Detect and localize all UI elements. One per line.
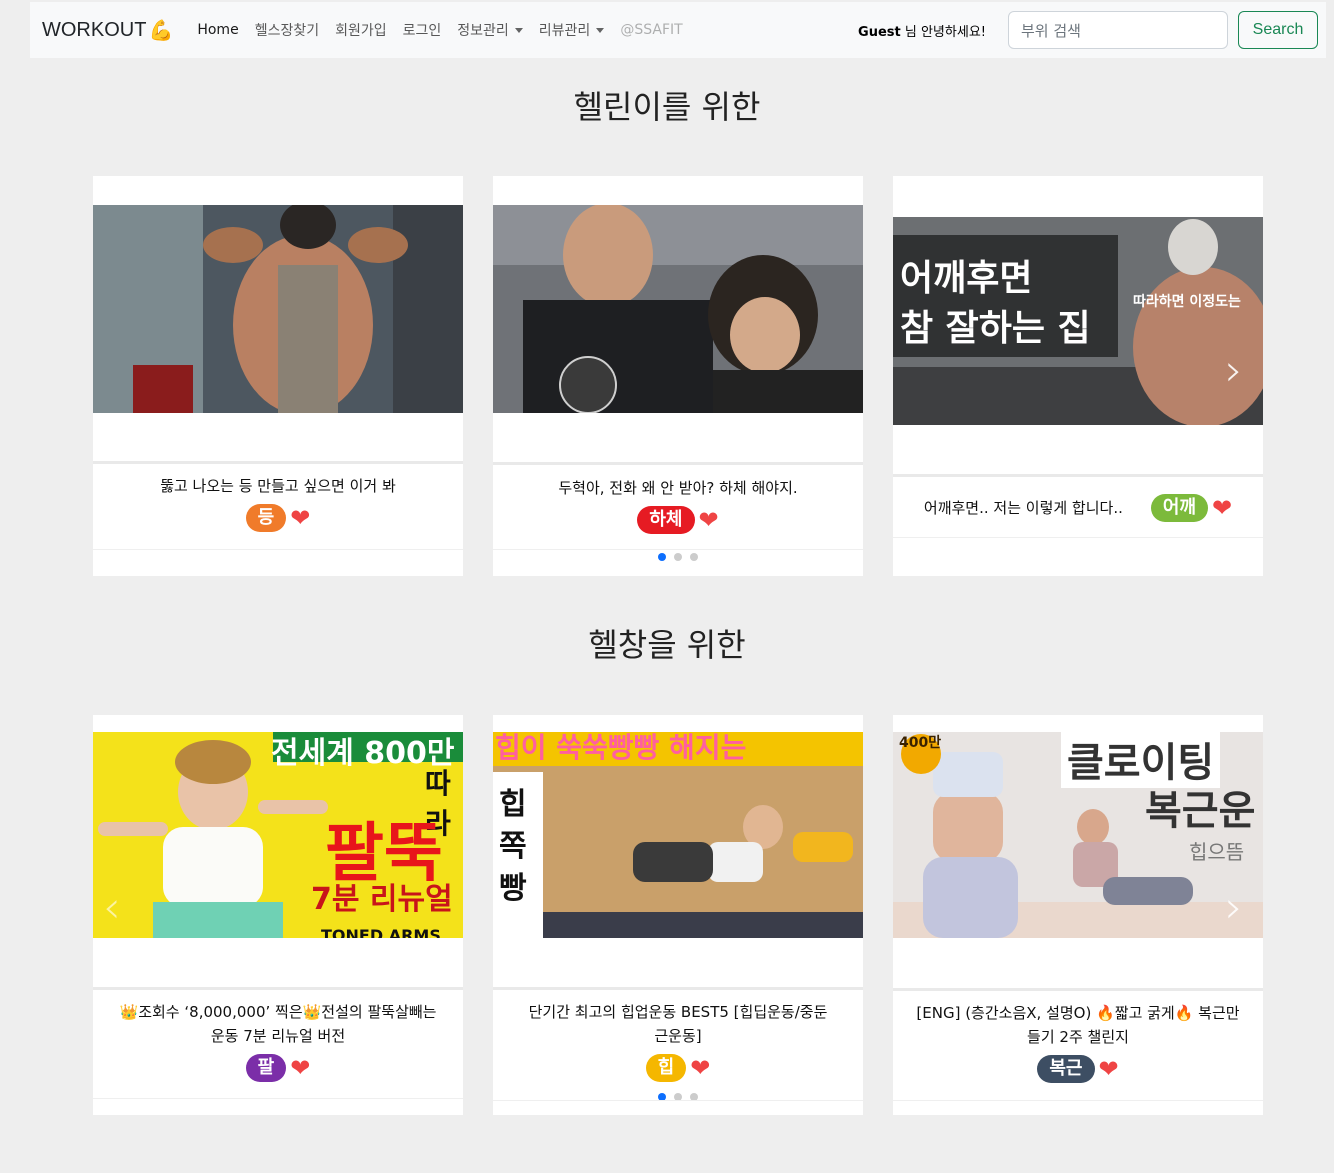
carousel-dot[interactable] <box>674 553 682 561</box>
top-navbar: WORKOUT 💪 Home 헬스장찾기 회원가입 로그인 정보관리 리뷰관리 @… <box>30 2 1326 58</box>
card-body: 👑조회수 ‘8,000,000’ 찍은👑전설의 팔뚝살빼는 운동 7분 리뉴얼 … <box>93 987 463 1082</box>
card-divider <box>893 1100 1263 1101</box>
heart-icon[interactable]: ❤ <box>290 1056 310 1080</box>
video-card[interactable]: 두혁아, 전화 왜 안 받아? 하체 해야지. 하체 ❤ <box>493 176 863 576</box>
caret-down-icon <box>596 27 605 33</box>
video-title[interactable]: 두혁아, 전화 왜 안 받아? 하체 해야지. <box>493 476 863 500</box>
video-title-line2[interactable]: 들기 2주 챌린지 <box>893 1025 1263 1049</box>
two-men-thumbnail <box>493 205 863 413</box>
card-body: 단기간 최고의 힙업운동 BEST5 [힙딥운동/중둔 근운동] 힙 ❤ <box>493 987 863 1082</box>
search-button[interactable]: Search <box>1238 11 1318 49</box>
tag-row: 복근 ❤ <box>893 1055 1263 1083</box>
caret-down-icon <box>514 27 523 33</box>
nav-info-label: 정보관리 <box>457 23 509 39</box>
video-title-line2[interactable]: 운동 7분 리뉴얼 버전 <box>93 1024 463 1048</box>
tag-row: 힙 ❤ <box>493 1054 863 1082</box>
nav-info-dropdown[interactable]: 정보관리 <box>449 20 531 40</box>
heart-icon[interactable]: ❤ <box>290 506 310 530</box>
video-thumbnail[interactable]: 힙이 쑥쑥빵빵 해지는 힙쪽빵 <box>493 732 863 938</box>
video-title[interactable]: 어깨후면.. 저는 이렇게 합니다.. <box>924 496 1123 520</box>
card-divider <box>493 1100 863 1101</box>
video-thumbnail[interactable] <box>493 205 863 413</box>
back-muscle-thumbnail <box>93 205 463 413</box>
nav-login[interactable]: 로그인 <box>395 20 450 40</box>
greeting-text: 님 안녕하세요! <box>900 24 986 40</box>
tag-row: 하체 ❤ <box>493 506 863 534</box>
video-title-line1[interactable]: [ENG] (층간소음X, 설명O) 🔥짧고 굵게🔥 복근만 <box>893 1001 1263 1025</box>
carousel-indicators <box>493 553 863 561</box>
video-thumbnail[interactable]: 400만 클로이팅 복근운 힙으뜸 › <box>893 732 1263 938</box>
video-card[interactable]: 뚫고 나오는 등 만들고 싶으면 이거 봐 등 ❤ <box>93 176 463 576</box>
thumbnail-overlay-text: TONED ARMS WO <box>321 926 441 938</box>
thumbnail-overlay-text: 힙이 쑥쑥빵빵 해지는 <box>495 732 747 764</box>
thumbnail-overlay-text: 따라하면 이정도는 <box>1133 294 1241 310</box>
flexed-biceps-icon: 💪 <box>148 19 174 42</box>
video-card[interactable]: 힙이 쑥쑥빵빵 해지는 힙쪽빵 단기간 최고의 힙업운동 BEST5 [힙딥운동… <box>493 715 863 1115</box>
tag-row: 어깨 ❤ <box>1150 493 1232 522</box>
brand-logo[interactable]: WORKOUT 💪 <box>42 18 173 43</box>
video-title[interactable]: 뚫고 나오는 등 만들고 싶으면 이거 봐 <box>93 474 463 498</box>
video-thumbnail[interactable]: 전세계 800만 따라 팔뚝 7분 리뉴얼 TONED ARMS WO ‹ <box>93 732 463 938</box>
carousel-dot[interactable] <box>690 553 698 561</box>
nav-review-label: 리뷰관리 <box>538 23 591 39</box>
video-title-line1[interactable]: 👑조회수 ‘8,000,000’ 찍은👑전설의 팔뚝살빼는 <box>93 1000 463 1024</box>
nav-review-dropdown[interactable]: 리뷰관리 <box>531 20 613 40</box>
section-title-advanced: 헬창을 위한 <box>588 626 746 664</box>
card-body: 어깨후면.. 저는 이렇게 합니다.. 어깨 ❤ <box>893 474 1263 538</box>
card-divider <box>493 549 863 550</box>
greeting-name: Guest <box>858 24 901 40</box>
section-title-beginner: 헬린이를 위한 <box>573 88 761 126</box>
carousel-next-icon[interactable]: › <box>1225 882 1243 933</box>
carousel-prev-icon[interactable]: ‹ <box>103 882 121 933</box>
video-title-line2[interactable]: 근운동] <box>493 1024 863 1048</box>
body-part-tag[interactable]: 하체 <box>637 506 695 534</box>
search-placeholder: 부위 검색 <box>1021 21 1081 40</box>
thumbnail-badge: 400만 <box>899 735 942 751</box>
thumbnail-overlay-text: 힙으뜸 <box>1189 840 1245 864</box>
video-title-line1[interactable]: 단기간 최고의 힙업운동 BEST5 [힙딥운동/중둔 <box>493 1000 863 1024</box>
card-divider <box>893 537 1263 538</box>
video-thumbnail[interactable] <box>93 205 463 413</box>
thumbnail-overlay-text: 참 잘하는 집 <box>900 308 1091 349</box>
heart-icon[interactable]: ❤ <box>699 508 719 532</box>
body-part-tag[interactable]: 팔 <box>245 1054 287 1082</box>
tag-row: 등 ❤ <box>93 504 463 532</box>
brand-text: WORKOUT <box>42 18 147 41</box>
thumbnail-overlay-text: 어깨후면 <box>900 258 1033 299</box>
heart-icon[interactable]: ❤ <box>1099 1057 1119 1081</box>
card-body: [ENG] (층간소음X, 설명O) 🔥짧고 굵게🔥 복근만 들기 2주 챌린지… <box>893 988 1263 1083</box>
search-input[interactable]: 부위 검색 <box>1008 11 1228 49</box>
nav-home[interactable]: Home <box>189 22 246 38</box>
body-part-tag[interactable]: 힙 <box>645 1054 687 1082</box>
body-part-tag[interactable]: 어깨 <box>1150 493 1208 522</box>
card-body: 두혁아, 전화 왜 안 받아? 하체 해야지. 하체 ❤ <box>493 462 863 534</box>
nav-ssafit: @SSAFIT <box>620 22 683 38</box>
body-part-tag[interactable]: 등 <box>245 504 287 532</box>
greeting: Guest 님 안녕하세요! <box>858 21 986 40</box>
nav-gym-finder[interactable]: 헬스장찾기 <box>247 20 327 40</box>
carousel-next-icon[interactable]: › <box>1225 345 1243 396</box>
video-thumbnail[interactable]: 어깨후면 참 잘하는 집 따라하면 이정도는 › <box>893 217 1263 425</box>
heart-icon[interactable]: ❤ <box>1212 496 1232 520</box>
thumbnail-overlay-text: 힙쪽빵 <box>499 787 527 906</box>
video-card[interactable]: 어깨후면 참 잘하는 집 따라하면 이정도는 › 어깨후면.. 저는 이렇게 합… <box>893 176 1263 576</box>
video-card[interactable]: 400만 클로이팅 복근운 힙으뜸 › [ENG] (층간소음X, 설명O) 🔥… <box>893 715 1263 1115</box>
heart-icon[interactable]: ❤ <box>690 1056 710 1080</box>
thumbnail-overlay-text: 7분 리뉴얼 <box>311 882 453 917</box>
tag-row: 팔 ❤ <box>93 1054 463 1082</box>
body-part-tag[interactable]: 복근 <box>1037 1055 1095 1083</box>
card-divider <box>93 1098 463 1099</box>
thumbnail-overlay-text: 복근운 <box>1145 788 1256 834</box>
card-divider <box>93 549 463 550</box>
video-card[interactable]: 전세계 800만 따라 팔뚝 7분 리뉴얼 TONED ARMS WO ‹ 👑조… <box>93 715 463 1115</box>
nav-links: Home 헬스장찾기 회원가입 로그인 정보관리 리뷰관리 @SSAFIT <box>189 20 690 40</box>
carousel-dot[interactable] <box>658 553 666 561</box>
card-body: 뚫고 나오는 등 만들고 싶으면 이거 봐 등 ❤ <box>93 461 463 532</box>
nav-signup[interactable]: 회원가입 <box>327 20 395 40</box>
